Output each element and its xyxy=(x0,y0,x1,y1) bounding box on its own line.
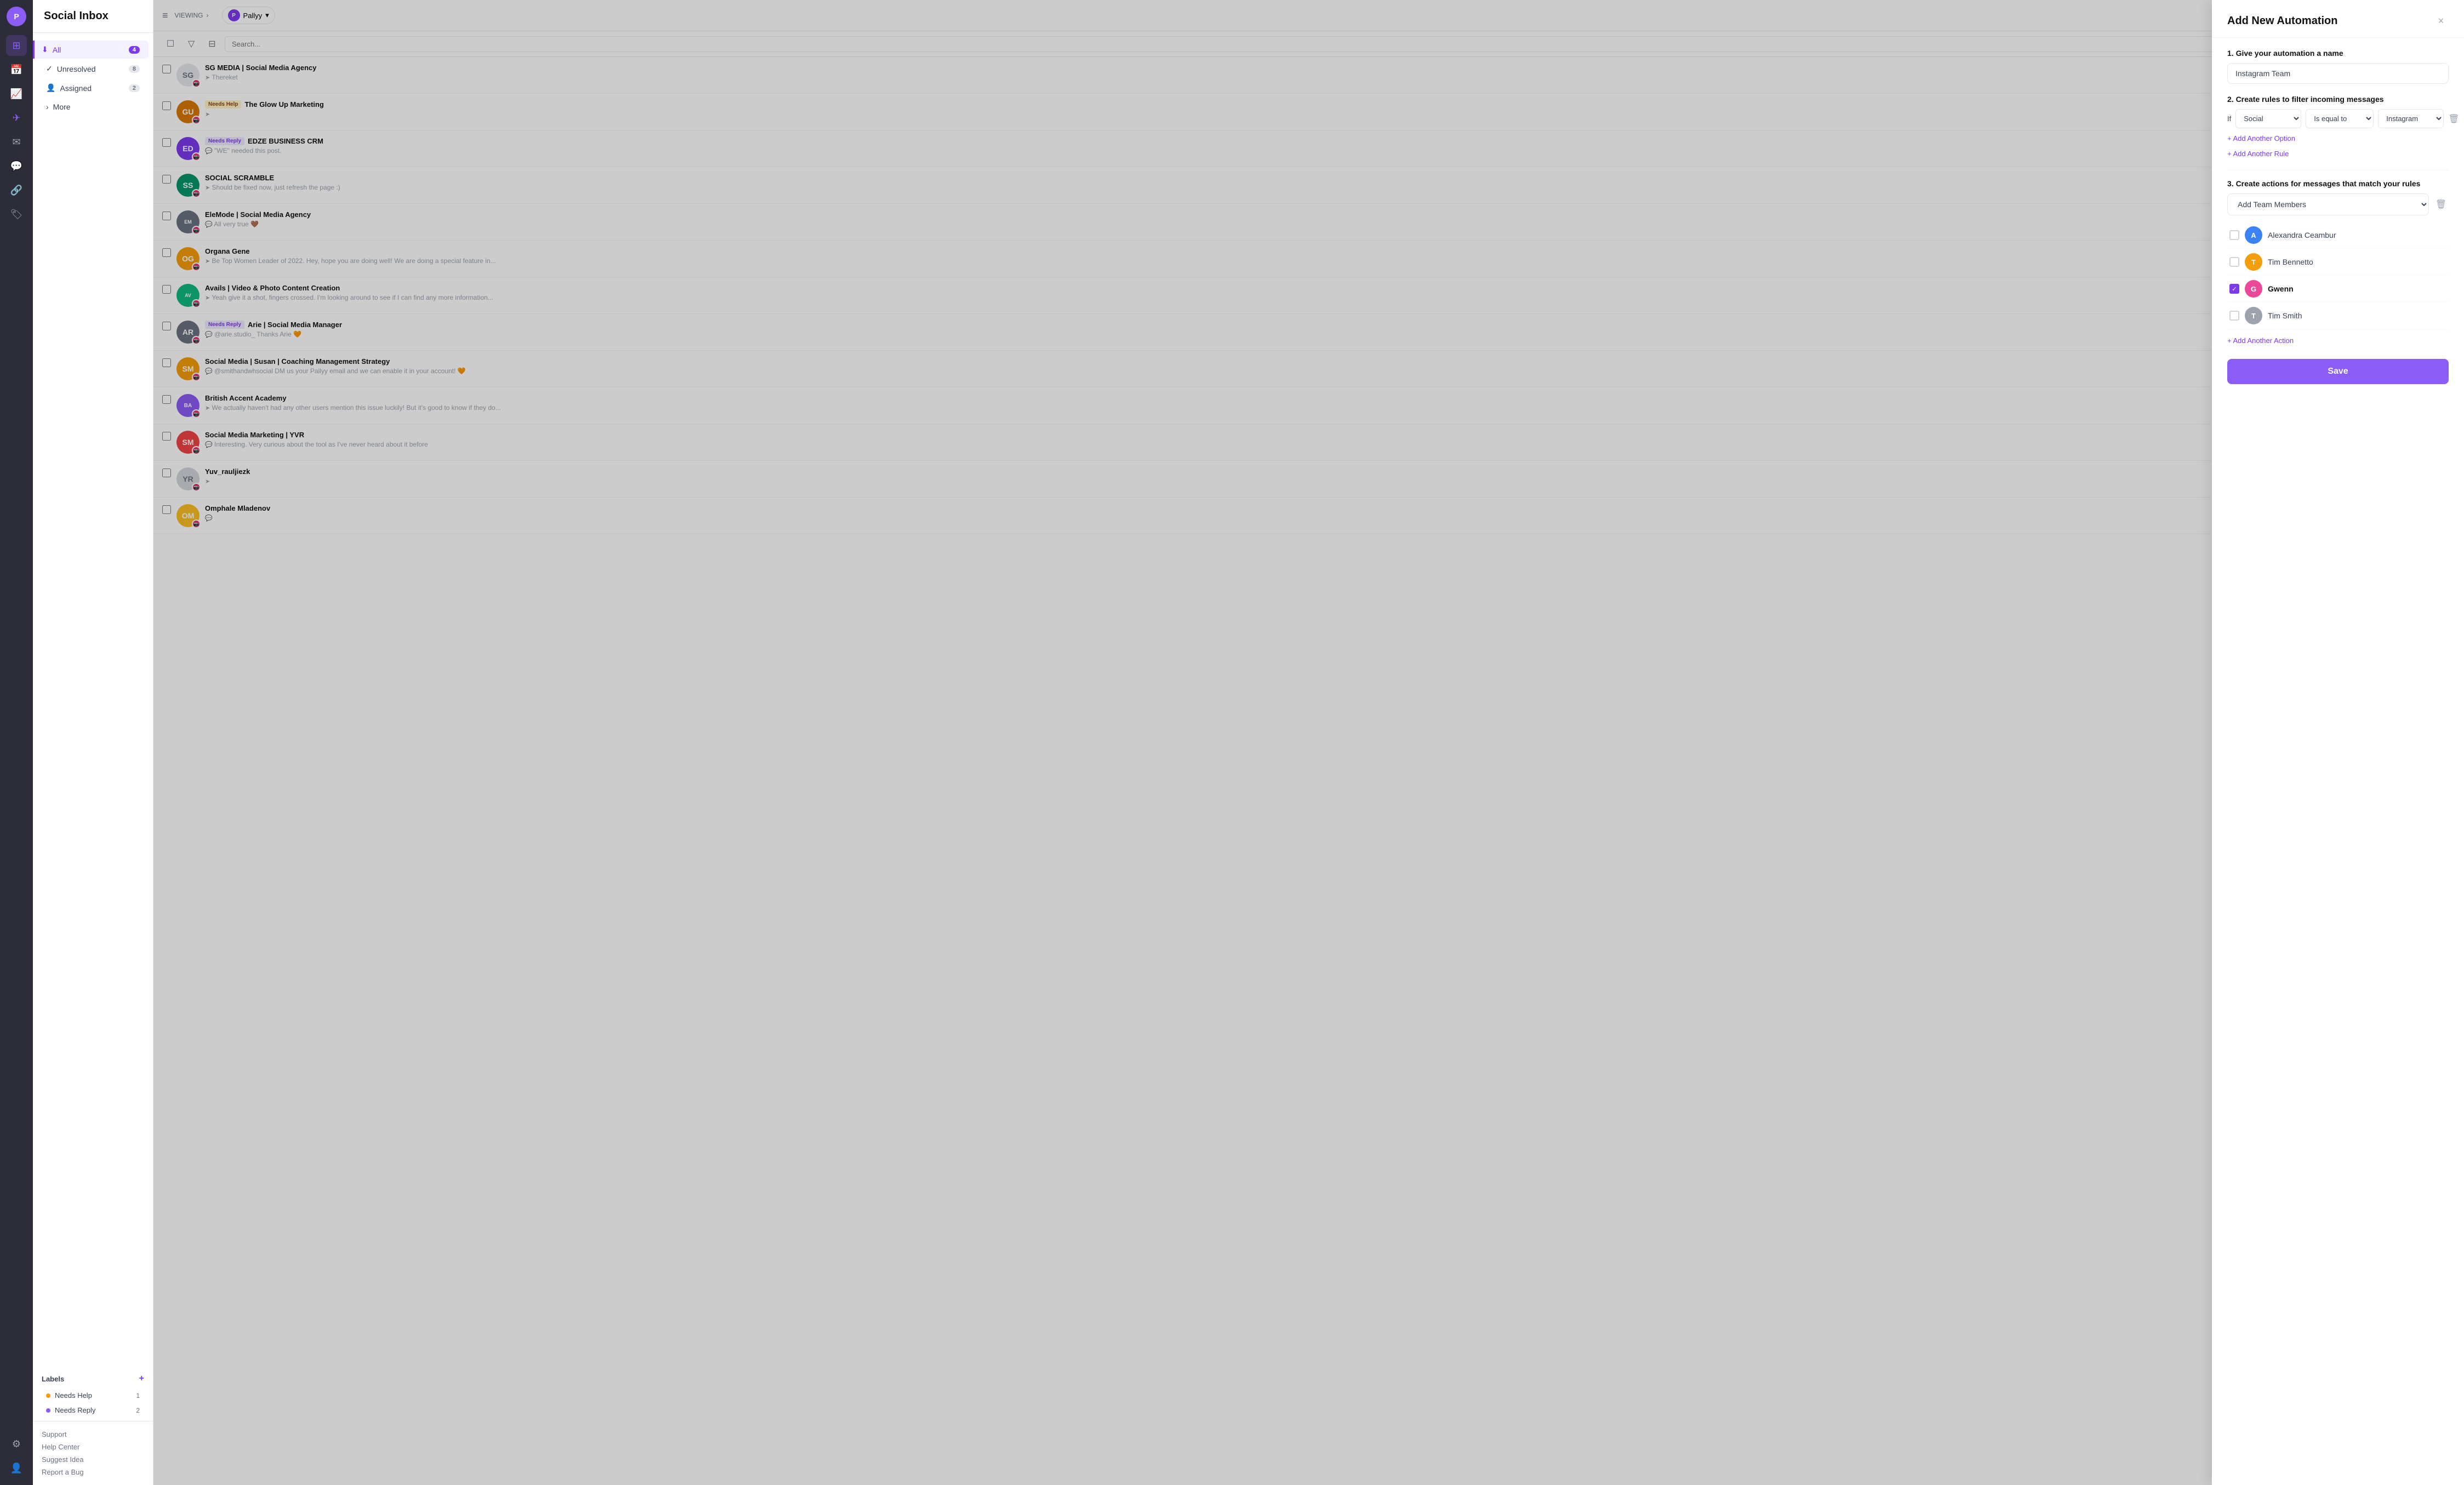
member-checkbox-gwenn[interactable] xyxy=(2229,284,2239,294)
sidebar-item-unresolved-label: Unresolved xyxy=(57,65,96,73)
member-item[interactable]: T Tim Smith xyxy=(2227,302,2449,329)
more-icon: › xyxy=(46,102,49,111)
member-item[interactable]: T Tim Bennetto xyxy=(2227,249,2449,276)
nav-icon-chat[interactable]: 💬 xyxy=(6,156,27,176)
nav-icon-settings[interactable]: ⚙ xyxy=(6,1433,27,1454)
modal-overlay[interactable] xyxy=(153,0,2464,1485)
nav-icon-send[interactable]: ✈ xyxy=(6,107,27,128)
sidebar-item-more[interactable]: › More xyxy=(37,98,149,116)
app-title: Social Inbox xyxy=(44,10,142,22)
sidebar-item-assigned[interactable]: 👤 Assigned 2 xyxy=(37,79,149,97)
member-list: A Alexandra Ceambur T Tim Bennetto G Gwe… xyxy=(2227,222,2449,329)
member-checkbox-tim-b[interactable] xyxy=(2229,257,2239,267)
unresolved-badge: 8 xyxy=(129,65,140,73)
member-name-alexandra: Alexandra Ceambur xyxy=(2268,231,2336,239)
value-select[interactable]: Instagram Facebook Twitter LinkedIn xyxy=(2378,109,2444,128)
automation-panel: Add New Automation × 1. Give your automa… xyxy=(2212,0,2464,1485)
all-badge: 4 xyxy=(129,46,140,54)
labels-add-icon[interactable]: + xyxy=(139,1374,144,1384)
nav-icon-link[interactable]: 🔗 xyxy=(6,180,27,201)
add-action-link[interactable]: + Add Another Action xyxy=(2227,336,2294,345)
panel-body: 1. Give your automation a name 2. Create… xyxy=(2212,38,2464,1485)
sidebar-item-assigned-label: Assigned xyxy=(60,84,92,93)
nav-icon-user[interactable]: 👤 xyxy=(6,1458,27,1478)
help-center-link[interactable]: Help Center xyxy=(42,1441,144,1453)
condition-select[interactable]: Social Platform Keyword Label xyxy=(2235,109,2301,128)
rule-row: If Social Platform Keyword Label Is equa… xyxy=(2227,109,2449,128)
sidebar-header: Social Inbox xyxy=(33,0,153,33)
member-name-gwenn: Gwenn xyxy=(2268,284,2294,293)
nav-icon-tag[interactable]: 🏷 xyxy=(6,204,27,225)
labels-header: Labels + xyxy=(42,1374,144,1384)
assigned-badge: 2 xyxy=(129,84,140,92)
nav-icon-home[interactable]: ⊞ xyxy=(6,35,27,56)
sidebar-item-all[interactable]: ⬇ All 4 xyxy=(33,41,149,59)
step2-label: 2. Create rules to filter incoming messa… xyxy=(2227,95,2449,104)
all-icon: ⬇ xyxy=(42,45,48,54)
member-item[interactable]: G Gwenn xyxy=(2227,276,2449,302)
nav-icon-inbox[interactable]: ✉ xyxy=(6,132,27,152)
delete-rule-button[interactable]: 🗑 xyxy=(2448,111,2459,127)
needs-help-dot xyxy=(46,1393,50,1398)
action-select[interactable]: Add Team Members Add Label Mark as Read … xyxy=(2227,193,2429,215)
sidebar-footer: Support Help Center Suggest Idea Report … xyxy=(33,1421,153,1485)
panel-title: Add New Automation xyxy=(2227,15,2337,27)
sidebar-item-more-label: More xyxy=(53,102,71,111)
unresolved-icon: ✓ xyxy=(46,64,53,73)
report-bug-link[interactable]: Report a Bug xyxy=(42,1466,144,1478)
sidebar-item-all-label: All xyxy=(53,45,61,54)
add-option-link[interactable]: + Add Another Option xyxy=(2227,134,2295,142)
needs-reply-dot xyxy=(46,1408,50,1413)
suggest-idea-link[interactable]: Suggest Idea xyxy=(42,1453,144,1466)
member-avatar-alexandra: A xyxy=(2245,226,2262,244)
step3-label: 3. Create actions for messages that matc… xyxy=(2227,179,2449,188)
member-name-tim-s: Tim Smith xyxy=(2268,311,2302,320)
panel-header: Add New Automation × xyxy=(2212,0,2464,38)
labels-section: Labels + Needs Help 1 Needs Reply 2 xyxy=(33,1367,153,1421)
member-avatar-tim-b: T xyxy=(2245,253,2262,271)
member-checkbox-alexandra[interactable] xyxy=(2229,230,2239,240)
main-sidebar: Social Inbox ⬇ All 4 ✓ Unresolved 8 👤 As… xyxy=(33,0,153,1485)
sidebar-item-unresolved[interactable]: ✓ Unresolved 8 xyxy=(37,60,149,78)
close-button[interactable]: × xyxy=(2433,13,2449,28)
label-item-needs-help[interactable]: Needs Help 1 xyxy=(42,1388,144,1403)
member-item[interactable]: A Alexandra Ceambur xyxy=(2227,222,2449,249)
step1-label: 1. Give your automation a name xyxy=(2227,49,2449,58)
sidebar-nav: ⬇ All 4 ✓ Unresolved 8 👤 Assigned 2 › Mo… xyxy=(33,33,153,1367)
needs-help-count: 1 xyxy=(136,1392,140,1400)
nav-icon-analytics[interactable]: 📈 xyxy=(6,83,27,104)
app-logo[interactable]: P xyxy=(7,7,26,26)
add-rule-link[interactable]: + Add Another Rule xyxy=(2227,150,2289,158)
assigned-icon: 👤 xyxy=(46,83,55,93)
needs-reply-label: Needs Reply xyxy=(55,1406,95,1414)
member-avatar-gwenn: G xyxy=(2245,280,2262,298)
needs-help-label: Needs Help xyxy=(55,1391,92,1400)
member-checkbox-tim-s[interactable] xyxy=(2229,311,2239,321)
action-select-row: Add Team Members Add Label Mark as Read … xyxy=(2227,193,2449,215)
if-label: If xyxy=(2227,115,2231,123)
support-link[interactable]: Support xyxy=(42,1428,144,1441)
member-avatar-tim-s: T xyxy=(2245,307,2262,324)
needs-reply-count: 2 xyxy=(136,1407,140,1414)
member-name-tim-b: Tim Bennetto xyxy=(2268,258,2313,266)
delete-action-button[interactable]: 🗑 xyxy=(2433,197,2449,212)
save-button[interactable]: Save xyxy=(2227,359,2449,384)
automation-name-input[interactable] xyxy=(2227,63,2449,84)
nav-icon-calendar[interactable]: 📅 xyxy=(6,59,27,80)
label-item-needs-reply[interactable]: Needs Reply 2 xyxy=(42,1403,144,1418)
icon-sidebar: P ⊞ 📅 📈 ✈ ✉ 💬 🔗 🏷 ⚙ 👤 xyxy=(0,0,33,1485)
operator-select[interactable]: Is equal to Is not equal to Contains xyxy=(2306,109,2374,128)
message-list-area: ≡ VIEWING › P Pallyy ▾ ☐ ▽ ⊟ SG 📷 SG M xyxy=(153,0,2464,1485)
